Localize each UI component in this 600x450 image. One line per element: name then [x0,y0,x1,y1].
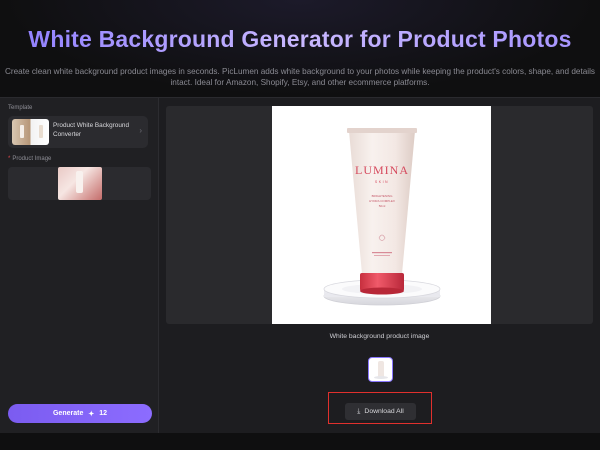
download-icon: ⤓ [357,407,361,415]
chevron-right-icon: › [139,126,142,135]
generate-credits: 12 [99,410,108,417]
product-image-label-text: Product Image [12,156,52,162]
preview-area: LUMINA SKIN BRIGHTENING HYDRA COMPLEX 50… [166,106,593,324]
product-illustration: LUMINA SKIN BRIGHTENING HYDRA COMPLEX 50… [323,128,441,306]
download-label: Download All [364,408,404,415]
product-image-upload[interactable] [8,167,151,200]
app-shell: Template Product White Background Conver… [0,97,600,433]
product-image-label: * Product Image [8,156,51,162]
page-header: White Background Generator for Product P… [0,0,600,97]
settings-panel: Template Product White Background Conver… [0,98,159,433]
tube-brand-sub: SKIN [375,180,389,184]
tube-line-1: BRIGHTENING [372,194,394,198]
tube-line-2: HYDRA COMPLEX [369,199,395,203]
preview-caption: White background product image [329,333,430,340]
generate-label: Generate [52,410,84,417]
tube-line-3: 50ml [379,204,386,208]
result-panel: LUMINA SKIN BRIGHTENING HYDRA COMPLEX 50… [159,98,600,433]
page-title: White Background Generator for Product P… [0,26,600,53]
tube-brand: LUMINA [355,163,409,177]
lightning-icon: ✦ [88,410,95,418]
required-mark: * [8,156,11,162]
download-all-button[interactable]: ⤓ Download All [345,403,416,420]
template-label: Template [8,105,33,111]
template-name: Product White Background Converter [53,122,130,138]
result-image[interactable]: LUMINA SKIN BRIGHTENING HYDRA COMPLEX 50… [272,106,491,324]
template-selector[interactable]: Product White Background Converter › [8,116,148,148]
generate-button[interactable]: Generate ✦ 12 [8,404,152,423]
result-thumbnail[interactable] [368,357,393,382]
page-description: Create clean white background product im… [4,67,596,87]
template-thumbnail [12,119,49,145]
product-image-thumbnail [58,167,102,200]
